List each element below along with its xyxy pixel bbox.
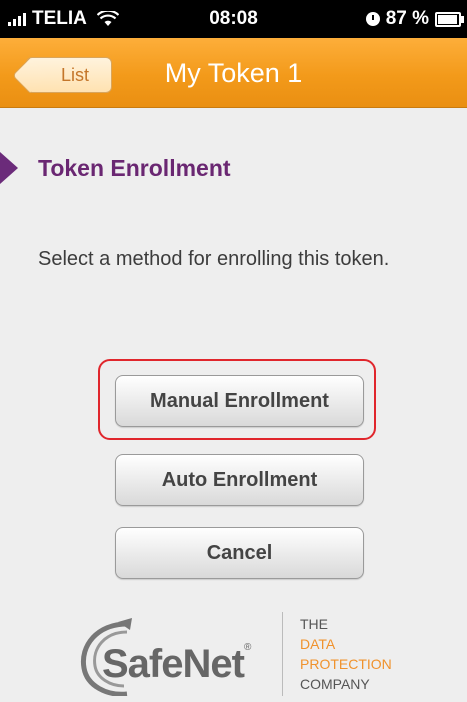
manual-enrollment-button[interactable]: Manual Enrollment [115,375,364,427]
battery-icon [435,11,464,27]
logo-tagline: THE DATA PROTECTION COMPANY [300,614,392,694]
tagline-line-2: DATA [300,636,336,652]
screen: TELIA 08:08 87 % List My Token 1 Token E… [0,0,467,702]
section-heading: Token Enrollment [38,155,231,181]
logo-reg-mark: ® [243,642,251,653]
logo-divider [282,612,283,696]
logo-brand-text: SafeNet® [102,642,251,687]
auto-enrollment-button[interactable]: Auto Enrollment [115,454,364,506]
tagline-line-1: THE [300,616,328,632]
tagline-line-4: COMPANY [300,676,370,692]
section-description: Select a method for enrolling this token… [38,248,390,270]
alarm-clock-icon [365,12,380,26]
battery-percent: 87 % [385,8,429,29]
section-marker-icon [0,152,18,184]
tagline-line-3: PROTECTION [300,656,392,672]
cancel-button[interactable]: Cancel [115,527,364,579]
status-bar: TELIA 08:08 87 % [0,0,467,38]
nav-title: My Token 1 [164,58,303,88]
navigation-bar: List My Token 1 [0,38,467,108]
status-right: 87 % [365,8,464,30]
logo-brand: SafeNet [102,642,245,686]
safenet-logo: SafeNet® THE DATA PROTECTION COMPANY [72,612,412,696]
